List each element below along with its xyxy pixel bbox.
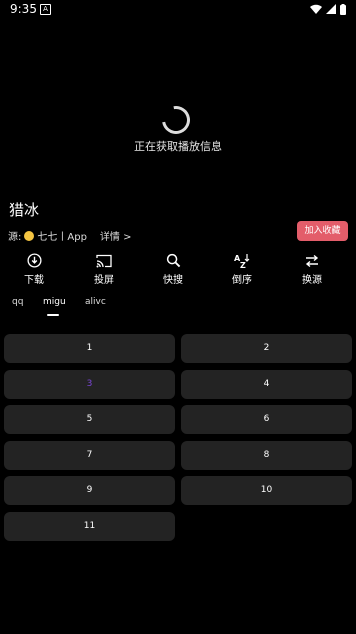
episode-button[interactable]: 6	[181, 405, 352, 435]
loading-spinner	[156, 100, 196, 140]
episode-button[interactable]: 5	[4, 405, 175, 435]
download-button[interactable]: 下载	[14, 252, 54, 288]
add-to-favorites-button[interactable]: 加入收藏	[297, 221, 348, 241]
swap-icon	[305, 254, 319, 267]
quick-search-label: 快搜	[163, 275, 183, 286]
cast-label: 投屏	[94, 275, 114, 286]
sort-az-icon: A Z	[234, 254, 250, 268]
signal-icon	[326, 4, 336, 14]
search-icon	[166, 253, 180, 268]
source-logo-icon	[24, 230, 35, 241]
episode-button[interactable]: 2	[181, 334, 352, 363]
wifi-icon	[310, 4, 322, 14]
source-tabs: qq migu alivc	[0, 297, 356, 317]
status-bar: 9:35 A	[0, 0, 356, 18]
status-time: 9:35	[10, 2, 37, 16]
tab-migu[interactable]: migu	[43, 297, 66, 307]
source-line: 源: 七七丨App 详情 >	[8, 228, 131, 243]
status-icons	[310, 2, 346, 16]
episode-button[interactable]: 4	[181, 369, 352, 399]
episode-button[interactable]: 1	[4, 334, 175, 363]
tab-qq[interactable]: qq	[12, 297, 23, 307]
action-bar: 下载 投屏 快搜 A Z 倒序 换源	[0, 252, 356, 288]
details-link[interactable]: 详情 >	[100, 228, 132, 243]
source-prefix: 源:	[8, 232, 22, 243]
quick-search-button[interactable]: 快搜	[153, 252, 193, 288]
loading-text: 正在获取播放信息	[134, 140, 222, 153]
svg-text:Z: Z	[240, 261, 246, 268]
download-label: 下载	[24, 275, 44, 286]
video-title: 猎冰	[9, 201, 40, 219]
switch-source-label: 换源	[302, 275, 322, 286]
source-name[interactable]: 七七丨App	[37, 228, 87, 243]
video-player[interactable]: 正在获取播放信息	[0, 18, 356, 198]
episode-button[interactable]: 11	[4, 512, 175, 541]
tab-alivc[interactable]: alivc	[85, 297, 106, 307]
episode-button[interactable]: 7	[4, 440, 175, 470]
active-tab-indicator	[47, 314, 59, 316]
notification-a-icon: A	[40, 4, 51, 15]
episode-button[interactable]: 9	[4, 476, 175, 506]
reverse-order-button[interactable]: A Z 倒序	[222, 252, 262, 288]
cast-icon	[96, 254, 112, 267]
episode-button[interactable]: 10	[181, 476, 352, 506]
download-icon	[26, 253, 42, 268]
battery-icon	[340, 3, 346, 15]
episode-button-active[interactable]: 3	[4, 369, 175, 399]
switch-source-button[interactable]: 换源	[292, 252, 332, 288]
reverse-order-label: 倒序	[232, 275, 252, 286]
episode-button[interactable]: 8	[181, 440, 352, 470]
cast-button[interactable]: 投屏	[84, 252, 124, 288]
